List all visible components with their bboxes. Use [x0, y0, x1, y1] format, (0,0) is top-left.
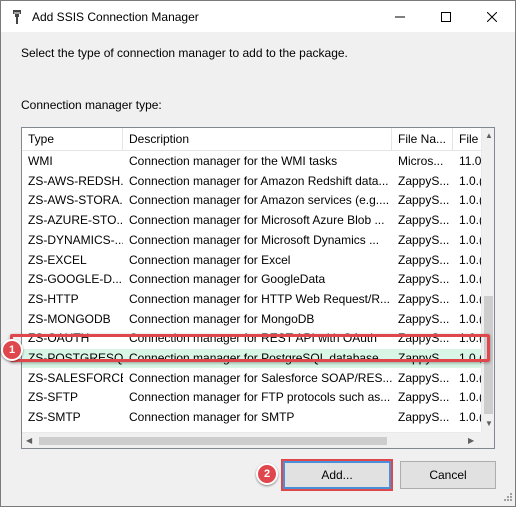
- row-file-version-cell: 1.0.(: [459, 232, 482, 247]
- list-row[interactable]: ZS-HTTP Connection manager for HTTP Web R…: [22, 290, 482, 309]
- list-row[interactable]: ZS-AZURE-STO... Connection manager for Mi…: [22, 211, 482, 230]
- row-file-version-cell: 1.0.(: [459, 252, 482, 267]
- close-icon: [487, 11, 497, 22]
- row-type-cell: ZS-DYNAMICS-...: [28, 232, 123, 247]
- row-type-cell: ZS-GOOGLE-D...: [28, 272, 123, 287]
- row-file-version-cell: 1.0.(: [459, 291, 482, 306]
- resize-grip-icon[interactable]: [501, 492, 513, 504]
- list-row[interactable]: ZS-SMTP Connection manager for SMTP ZappyS…: [22, 408, 482, 427]
- row-type-cell: ZS-SFTP: [28, 390, 78, 405]
- list-row[interactable]: ZS-DYNAMICS-... Connection manager for Mi…: [22, 231, 482, 250]
- row-file-name-cell: ZappyS...: [398, 311, 450, 326]
- row-description-cell: Connection manager for Amazon services (…: [129, 193, 390, 208]
- row-description-cell: Connection manager for SMTP: [129, 410, 295, 425]
- row-description-cell: Connection manager for the WMI tasks: [129, 154, 338, 168]
- list-row[interactable]: ZS-GOOGLE-D... Connection manager for Goo…: [22, 270, 482, 289]
- row-file-name-cell: ZappyS...: [398, 232, 450, 247]
- row-description-cell: Connection manager for HTTP Web Request/…: [129, 291, 391, 306]
- row-file-version-cell: 1.0.(: [459, 390, 482, 405]
- vertical-scrollbar[interactable]: ▲ ▼: [481, 128, 494, 432]
- scrollbar-corner: [481, 432, 494, 448]
- column-header-file-name[interactable]: File Na...: [392, 128, 453, 151]
- row-file-version-cell: 1.0.(: [459, 311, 482, 326]
- row-description-cell: Connection manager for Salesforce SOAP/R…: [129, 370, 392, 385]
- row-type-cell: ZS-EXCEL: [28, 252, 87, 267]
- row-type-cell: WMI: [28, 154, 53, 168]
- row-file-name-cell: ZappyS...: [398, 213, 450, 228]
- row-file-name-cell: ZappyS...: [398, 390, 450, 405]
- dialog-window: Add SSIS Connection Manager Select the t…: [0, 0, 516, 507]
- row-type-cell: ZS-AZURE-STO...: [28, 213, 123, 228]
- add-button[interactable]: Add...: [283, 461, 391, 489]
- cancel-button[interactable]: Cancel: [400, 461, 496, 489]
- list-row[interactable]: ZS-AWS-REDSH... Connection manager for Am…: [22, 172, 482, 191]
- row-file-name-cell: ZappyS...: [398, 291, 450, 306]
- row-description-cell: Connection manager for FTP protocols suc…: [129, 390, 391, 405]
- list-header: Type Description File Na... File: [22, 128, 482, 151]
- row-file-version-cell: 1.0.(: [459, 370, 482, 385]
- scroll-down-icon[interactable]: ▼: [485, 419, 493, 429]
- connection-manager-list[interactable]: Type Description File Na... File WMI Conn…: [21, 127, 495, 449]
- list-row[interactable]: ZS-SFTP Connection manager for FTP protoc…: [22, 388, 482, 407]
- row-description-cell: Connection manager for MongoDB: [129, 311, 315, 326]
- scroll-up-icon[interactable]: ▲: [485, 131, 493, 141]
- row-type-cell: ZS-HTTP: [28, 291, 79, 306]
- scroll-right-icon[interactable]: ▶: [468, 436, 474, 446]
- horizontal-scroll-thumb[interactable]: [39, 437, 387, 445]
- highlight-annotation: [10, 334, 490, 362]
- minimize-icon: [395, 16, 405, 17]
- row-file-version-cell: 1.0.(: [459, 272, 482, 287]
- row-description-cell: Connection manager for Amazon Redshift d…: [129, 173, 389, 188]
- row-file-name-cell: ZappyS...: [398, 410, 450, 425]
- row-file-name-cell: ZappyS...: [398, 370, 450, 385]
- list-row[interactable]: ZS-SALESFORCE Connection manager for Sale…: [22, 369, 482, 388]
- row-description-cell: Connection manager for GoogleData: [129, 272, 326, 287]
- row-description-cell: Connection manager for Microsoft Dynamic…: [129, 232, 380, 247]
- maximize-icon: [441, 11, 451, 22]
- horizontal-scrollbar[interactable]: ◀ ▶: [22, 432, 481, 448]
- minimize-button[interactable]: [377, 1, 423, 32]
- list-row[interactable]: ZS-EXCEL Connection manager for Excel Zapp…: [22, 251, 482, 270]
- row-type-cell: ZS-AWS-REDSH...: [28, 173, 123, 188]
- row-file-name-cell: Micros...: [398, 154, 444, 168]
- title-bar[interactable]: Add SSIS Connection Manager: [1, 1, 515, 32]
- row-file-name-cell: ZappyS...: [398, 193, 450, 208]
- row-type-cell: ZS-SALESFORCE: [28, 370, 123, 385]
- row-type-cell: ZS-AWS-STORA...: [28, 193, 123, 208]
- list-row[interactable]: ZS-AWS-STORA... Connection manager for Am…: [22, 191, 482, 210]
- row-file-name-cell: ZappyS...: [398, 173, 450, 188]
- window-title: Add SSIS Connection Manager: [32, 10, 199, 24]
- instruction-text: Select the type of connection manager to…: [21, 46, 348, 60]
- row-file-version-cell: 1.0.(: [459, 410, 482, 425]
- list-row[interactable]: WMI Connection manager for the WMI tasks M…: [22, 152, 482, 171]
- row-file-version-cell: 1.0.(: [459, 213, 482, 228]
- row-description-cell: Connection manager for Excel: [129, 252, 291, 267]
- row-type-cell: ZS-MONGODB: [28, 311, 111, 326]
- close-button[interactable]: [469, 1, 515, 32]
- list-label: Connection manager type:: [21, 98, 162, 112]
- scroll-left-icon[interactable]: ◀: [26, 436, 32, 446]
- row-file-name-cell: ZappyS...: [398, 252, 450, 267]
- row-description-cell: Connection manager for Microsoft Azure B…: [129, 213, 385, 228]
- row-file-name-cell: ZappyS...: [398, 272, 450, 287]
- row-file-version-cell: 1.0.(: [459, 173, 482, 188]
- column-header-description[interactable]: Description: [123, 128, 392, 151]
- column-header-type[interactable]: Type: [22, 128, 123, 151]
- step-2-badge: 2: [256, 463, 278, 485]
- maximize-button[interactable]: [423, 1, 469, 32]
- step-1-badge: 1: [1, 339, 23, 361]
- column-header-file-version[interactable]: File: [453, 128, 482, 151]
- row-file-version-cell: 1.0.(: [459, 193, 482, 208]
- list-row[interactable]: ZS-MONGODB Connection manager for MongoDB…: [22, 310, 482, 329]
- row-file-version-cell: 11.0: [459, 154, 482, 168]
- ssis-app-icon: [13, 10, 21, 24]
- row-type-cell: ZS-SMTP: [28, 410, 81, 425]
